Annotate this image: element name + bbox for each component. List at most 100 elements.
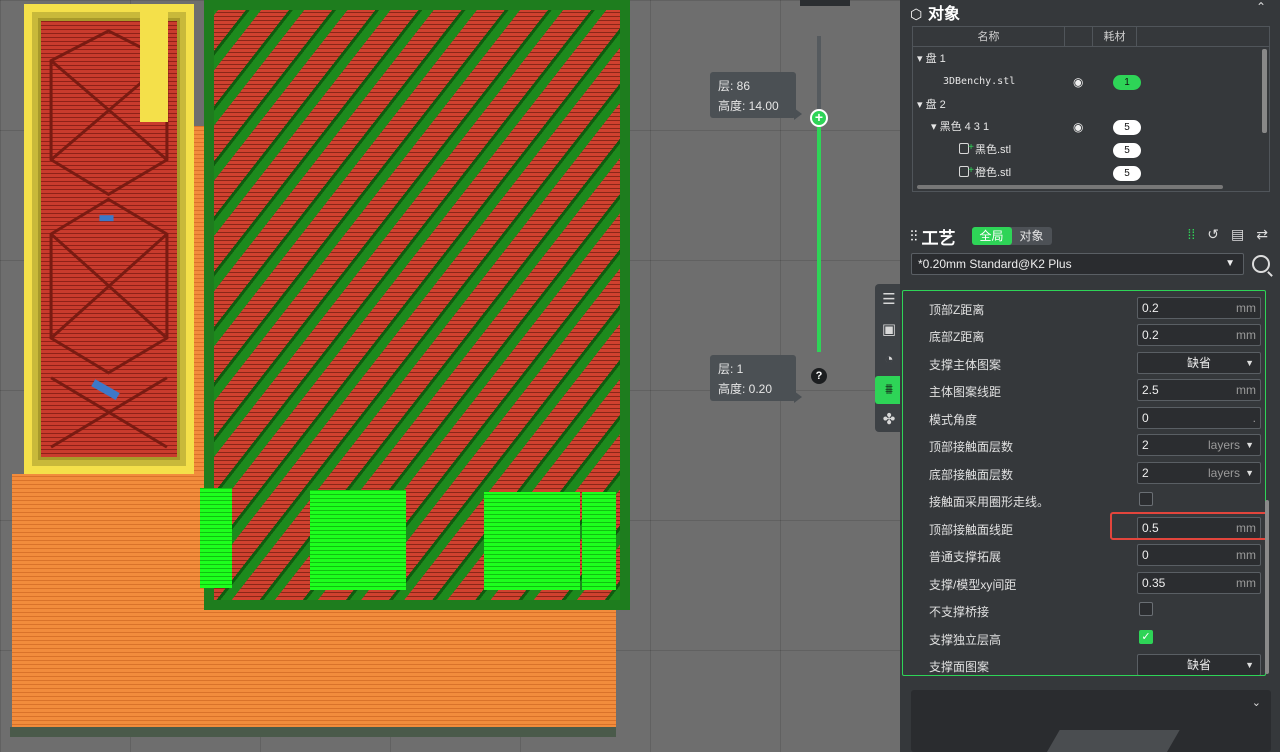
material-badge-black[interactable]: 5 xyxy=(1113,143,1141,158)
setting-input[interactable]: 0 mm xyxy=(1137,544,1261,566)
list-item-orange-stl[interactable]: 橙色.stl 5 xyxy=(913,160,1269,184)
setting-input[interactable]: 2 layers ▼ xyxy=(1137,434,1261,456)
setting-input[interactable]: 0.35 mm xyxy=(1137,572,1261,594)
setting-row: 接触面采用圈形走线。 xyxy=(903,486,1265,513)
column-spacer xyxy=(1137,27,1269,46)
setting-label: 顶部接触面层数 xyxy=(929,440,1014,454)
material-badge-orange[interactable]: 5 xyxy=(1113,166,1141,181)
support-settings-list: 顶部Z距离 0.2 mm 底部Z距离 0.2 mm 支撑主体图案 缺省 ▼ 主体图案线… xyxy=(902,290,1266,676)
preset-value: *0.20mm Standard@K2 Plus xyxy=(918,257,1072,271)
setting-value: 2 xyxy=(1142,466,1149,480)
setting-unit: mm xyxy=(1236,548,1256,562)
setting-value: 0 xyxy=(1142,411,1149,425)
objects-header: ⬡ 对象 xyxy=(910,0,960,23)
process-header: ⫶⫶ 工艺 全局 对象 xyxy=(910,222,1052,250)
layer-top-number: 层: 86 xyxy=(718,79,751,93)
process-title: 工艺 xyxy=(921,228,956,248)
expand-icon[interactable]: ⌄ xyxy=(1252,696,1261,709)
tab-grid-icon[interactable]: ▣ xyxy=(875,316,900,344)
setting-input[interactable]: 2.5 mm xyxy=(1137,379,1261,401)
setting-input[interactable]: 0. xyxy=(1137,407,1261,429)
setting-select[interactable]: 缺省 ▼ xyxy=(1137,352,1261,374)
setting-row: 主体图案线距 2.5 mm xyxy=(903,376,1265,403)
list-item-black-stl[interactable]: 黑色.stl 5 xyxy=(913,137,1269,161)
tab-speed-icon[interactable]: ◔ xyxy=(875,346,900,374)
settings-scrollbar[interactable] xyxy=(1265,500,1269,674)
setting-label: 不支撑桥接 xyxy=(929,605,990,619)
setting-checkbox[interactable] xyxy=(1139,602,1153,616)
layer-bottom-height: 高度: 0.20 xyxy=(718,382,773,396)
objects-vertical-scrollbar[interactable] xyxy=(1262,49,1267,133)
setting-input[interactable]: 0.2 mm xyxy=(1137,324,1261,346)
file-add-icon xyxy=(959,137,974,159)
toggle-object[interactable]: 对象 xyxy=(1012,227,1052,245)
tab-layers-icon[interactable]: ☰ xyxy=(875,286,900,314)
model-yellow-wall xyxy=(24,4,194,474)
setting-row: 顶部接触面层数 2 layers ▼ xyxy=(903,431,1265,458)
layer-bottom-number: 层: 1 xyxy=(718,362,744,376)
setting-checkbox-checked[interactable]: ✓ xyxy=(1139,630,1153,644)
chevron-down-icon: ▼ xyxy=(1245,660,1254,670)
file-add-icon xyxy=(959,160,974,182)
setting-row: 普通支撑拓展 0 mm xyxy=(903,541,1265,568)
column-visibility xyxy=(1065,27,1093,46)
advanced-settings-icon[interactable]: ⁞⁞ xyxy=(1188,226,1196,243)
sliders-icon: ⫶⫶ xyxy=(910,227,918,245)
process-preset-select[interactable]: *0.20mm Standard@K2 Plus ▼ xyxy=(911,253,1244,275)
plate-1-label: ▾ 盘 1 xyxy=(917,53,946,65)
setting-checkbox[interactable] xyxy=(1139,492,1153,506)
help-icon[interactable]: ? xyxy=(811,368,827,384)
setting-select[interactable]: 缺省 ▼ xyxy=(1137,654,1261,675)
3d-viewport[interactable]: + ? 层: 86 高度: 14.00 层: 1 高度: 0.20 ☰ ▣ ◔ … xyxy=(0,0,900,752)
preview-panel: ⌄ xyxy=(911,690,1271,752)
objects-horizontal-scrollbar[interactable] xyxy=(917,185,1223,189)
list-item-group-black[interactable]: ▾ 黑色 4 3 1 ◉ 5 xyxy=(913,116,1269,138)
support-block-4 xyxy=(582,492,616,590)
tab-support-icon[interactable]: ⩩ xyxy=(875,376,900,404)
highlight-annotation xyxy=(1110,512,1268,540)
reset-icon[interactable]: ↺ xyxy=(1207,226,1219,243)
benchy-label: 3DBenchy.stl xyxy=(943,76,1016,87)
eye-icon[interactable]: ◉ xyxy=(1073,116,1083,138)
search-icon[interactable] xyxy=(1252,255,1270,273)
compare-icon[interactable]: ⇄ xyxy=(1256,226,1268,243)
setting-input[interactable]: 0.2 mm xyxy=(1137,297,1261,319)
toggle-global[interactable]: 全局 xyxy=(971,227,1012,245)
setting-input[interactable]: 2 layers ▼ xyxy=(1137,462,1261,484)
chevron-down-icon: ▼ xyxy=(1245,440,1254,450)
setting-label: 支撑主体图案 xyxy=(929,358,1002,372)
setting-row: 模式角度 0. xyxy=(903,404,1265,431)
viewport-toolbar-stub xyxy=(800,0,850,6)
setting-row: 支撑面图案 缺省 ▼ xyxy=(903,651,1265,675)
chevron-down-icon: ▼ xyxy=(1245,358,1254,368)
list-item-plate-1[interactable]: ▾ 盘 1 xyxy=(913,48,1269,70)
setting-value: 缺省 xyxy=(1186,356,1211,370)
setting-row: 顶部Z距离 0.2 mm xyxy=(903,294,1265,321)
model-yellow-strip xyxy=(140,12,168,122)
setting-unit: mm xyxy=(1236,383,1256,397)
setting-label: 支撑独立层高 xyxy=(929,633,1002,647)
setting-label: 主体图案线距 xyxy=(929,385,1002,399)
material-badge-group[interactable]: 5 xyxy=(1113,120,1141,135)
setting-value: 0.35 xyxy=(1142,576,1166,590)
list-item-plate-2[interactable]: ▾ 盘 2 xyxy=(913,94,1269,116)
setting-row: 支撑独立层高 ✓ xyxy=(903,624,1265,651)
save-icon[interactable]: ▤ xyxy=(1231,226,1244,243)
setting-unit: layers xyxy=(1207,466,1240,480)
material-badge-benchy[interactable]: 1 xyxy=(1113,75,1141,90)
layer-slider-top-handle[interactable]: + xyxy=(810,109,828,127)
support-block-2 xyxy=(310,490,406,590)
setting-value: 缺省 xyxy=(1186,658,1211,672)
setting-unit: . xyxy=(1252,411,1256,425)
setting-value: 0.2 xyxy=(1142,328,1159,342)
setting-row: 底部Z距离 0.2 mm xyxy=(903,321,1265,348)
setting-row: 不支撑桥接 xyxy=(903,596,1265,623)
black-stl-name: 黑色.stl xyxy=(975,144,1012,156)
eye-icon[interactable]: ◉ xyxy=(1073,71,1083,93)
column-name: 名称 xyxy=(913,27,1065,46)
tab-pattern-icon[interactable]: ✤ xyxy=(875,406,900,434)
list-item-benchy[interactable]: 3DBenchy.stl ◉ 1 xyxy=(913,71,1269,93)
collapse-up-icon[interactable]: ⌃ xyxy=(1256,0,1266,14)
setting-unit: mm xyxy=(1236,576,1256,590)
layer-top-height: 高度: 14.00 xyxy=(718,99,779,113)
